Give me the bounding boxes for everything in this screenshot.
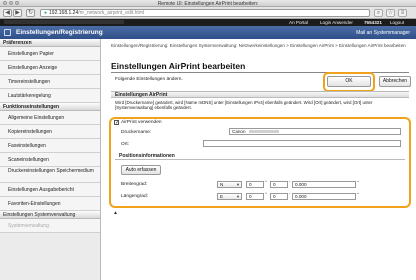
portal-link[interactable]: An Portal — [289, 20, 308, 25]
auto-acquire-button[interactable]: Auto erfassen — [121, 165, 161, 175]
location-label: Ort: — [121, 142, 129, 147]
reload-icon[interactable]: ↻ — [26, 9, 35, 17]
minute-symbol: ' — [289, 192, 290, 197]
sidebar-section-functions: Funktionseinstellungen — [0, 103, 100, 111]
login-user: Login Anwender — [320, 20, 353, 25]
degree-symbol: ° — [265, 180, 267, 185]
printer-name-label: Druckername: — [121, 130, 152, 135]
sidebar-item-display[interactable]: Einstellungen Anzeige — [0, 61, 100, 75]
logout-link[interactable]: Logout — [390, 20, 404, 25]
cancel-button[interactable]: Abbrechen — [379, 76, 411, 87]
sidebar-item-volume[interactable]: Lautstärkeregelung — [0, 89, 100, 103]
sidebar-item-scan[interactable]: Scaneinstellungen — [0, 153, 100, 167]
scroll-top-icon[interactable]: ▲ — [113, 210, 118, 216]
search-icon[interactable]: ⌕ — [374, 9, 383, 17]
sidebar-section-system: Einstellungen Systemverwaltung — [0, 211, 100, 219]
longitude-minutes-input[interactable]: 0 — [270, 193, 288, 200]
forward-icon[interactable]: ▶ — [13, 9, 22, 17]
latitude-direction-select[interactable]: N ▼ — [217, 181, 242, 188]
sidebar-item-favorites[interactable]: Favoriten-Einstellungen — [0, 197, 100, 211]
minute-symbol: ' — [289, 180, 290, 185]
sidebar-item-fax[interactable]: Faxeinstellungen — [0, 139, 100, 153]
menu-icon[interactable]: ≡ — [398, 9, 407, 17]
settings-icon[interactable] — [4, 29, 11, 36]
degree-symbol: ° — [265, 192, 267, 197]
back-icon[interactable]: ◀ — [3, 9, 12, 17]
longitude-direction-value: E — [220, 194, 224, 199]
device-name-redacted — [4, 20, 124, 24]
url-host: 192.168.1.24 — [49, 10, 79, 16]
sidebar-item-timer[interactable]: Timereinstellungen — [0, 75, 100, 89]
page-title: Einstellungen AirPrint bearbeiten — [111, 61, 246, 71]
info-text: Wird [Druckername] geändert, wird [Name … — [115, 100, 373, 111]
sidebar-item-output-report[interactable]: Einstellungen Ausgabebericht — [0, 183, 100, 197]
page-header: Einstellungen/Registrierung Mail an Syst… — [0, 26, 416, 39]
use-airprint-label: AirPrint verwenden — [121, 120, 162, 125]
lock-icon: ● — [44, 10, 48, 16]
sidebar-section-preferences: Präferenzen — [0, 39, 100, 47]
ok-button[interactable]: OK — [327, 76, 371, 87]
printer-name-input[interactable]: Canon — [229, 128, 401, 135]
sidebar-item-general[interactable]: Allgemeine Einstellungen — [0, 111, 100, 125]
user-id: 7654321 — [364, 20, 382, 25]
chevron-down-icon: ▼ — [236, 182, 240, 187]
redacted-model — [248, 130, 279, 134]
mail-admin-link[interactable]: Mail an Systemmanager — [356, 30, 410, 36]
chevron-down-icon: ▼ — [236, 194, 240, 199]
sidebar-item-copy[interactable]: Kopiereinstellungen — [0, 125, 100, 139]
use-airprint-checkbox[interactable]: ✓ — [114, 120, 119, 126]
header-title: Einstellungen/Registrierung — [16, 29, 103, 36]
section-airprint: Einstellungen AirPrint — [111, 91, 409, 98]
latitude-degrees-input[interactable]: 0 — [246, 181, 264, 188]
sidebar: Präferenzen Einstellungen Papier Einstel… — [0, 39, 101, 280]
sidebar-item-print-media[interactable]: Druckereinstellungen Speichermedium — [0, 167, 100, 183]
window-titlebar: Remote UI: Einstellungen AirPrint bearbe… — [0, 0, 416, 7]
printer-name-value: Canon — [232, 129, 246, 134]
second-symbol: " — [357, 192, 359, 197]
browser-toolbar: ◀ ▶ ↻ ● 192.168.1.24/nr_network_airprint_… — [0, 7, 416, 19]
sidebar-item-paper[interactable]: Einstellungen Papier — [0, 47, 100, 61]
position-section: Positionsinformationen — [115, 153, 405, 160]
latitude-direction-value: N — [220, 182, 224, 187]
longitude-seconds-input[interactable]: 0.000 — [292, 193, 356, 200]
url-bar[interactable]: ● 192.168.1.24/nr_network_airprint_edit.h… — [40, 9, 370, 17]
sidebar-item-system-mgmt[interactable]: Systemverwaltung — [0, 219, 100, 233]
device-bar: An Portal Login Anwender 7654321 Logout — [0, 19, 416, 26]
main-content: Einstellungen/Registrierung: Einstellung… — [101, 39, 416, 280]
bookmark-icon[interactable]: ☆ — [386, 9, 395, 17]
longitude-label: Längengrad: — [121, 194, 148, 199]
instruction-text: Folgende Einstellungen ändern. — [115, 77, 183, 82]
location-input[interactable] — [203, 140, 401, 147]
second-symbol: " — [357, 180, 359, 185]
latitude-seconds-input[interactable]: 0.000 — [292, 181, 356, 188]
url-path: /nr_network_airprint_edit.html — [78, 10, 145, 16]
latitude-minutes-input[interactable]: 0 — [270, 181, 288, 188]
longitude-direction-select[interactable]: E ▼ — [217, 193, 242, 200]
longitude-degrees-input[interactable]: 0 — [246, 193, 264, 200]
breadcrumb: Einstellungen/Registrierung: Einstellung… — [111, 43, 406, 48]
latitude-label: Breitengrad: — [121, 182, 148, 187]
